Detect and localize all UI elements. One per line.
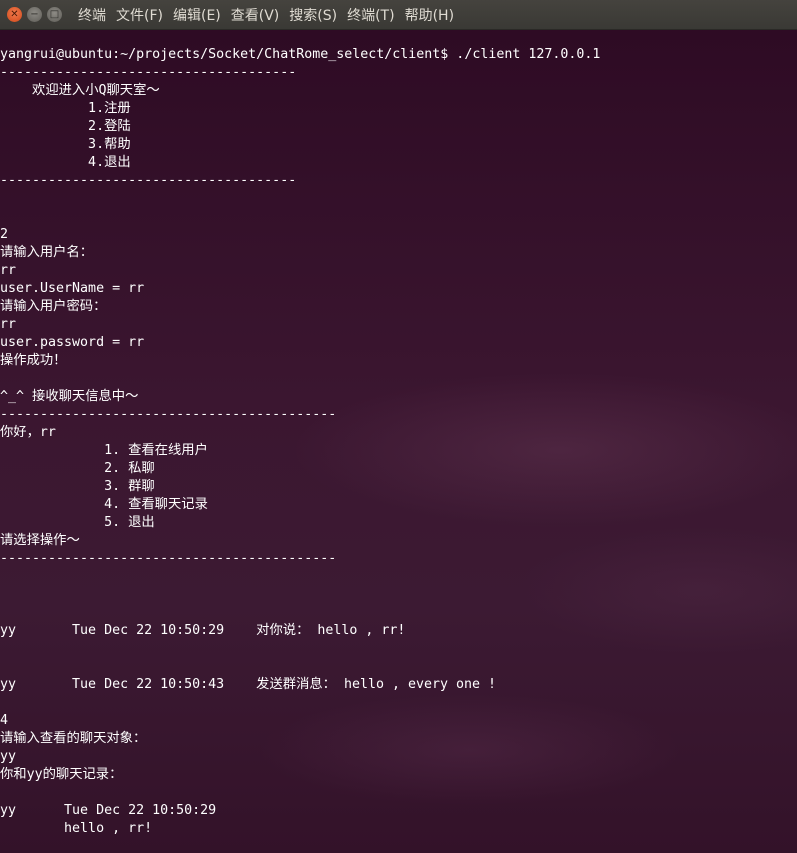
terminal-line: ----------------------------------------… — [0, 551, 337, 566]
terminal-line: 欢迎进入小Q聊天室～ — [0, 83, 160, 98]
close-icon[interactable]: ✕ — [7, 7, 22, 22]
menu-app-terminal[interactable]: 终端 — [78, 5, 106, 25]
terminal-line: rr — [0, 263, 17, 278]
terminal-line: 3.帮助 — [0, 137, 131, 152]
terminal-line: 2 — [0, 227, 9, 242]
menu-terminal[interactable]: 终端(T) — [347, 5, 394, 25]
minimize-icon[interactable]: − — [27, 7, 42, 22]
menu-edit[interactable]: 编辑(E) — [173, 5, 221, 25]
terminal-line: 2. 私聊 — [0, 461, 155, 476]
terminal-line: hello , rr! — [0, 821, 153, 836]
menu-view[interactable]: 查看(V) — [231, 5, 280, 25]
terminal-line: user.password = rr — [0, 335, 145, 350]
terminal-line: yy Tue Dec 22 10:50:29 — [0, 803, 217, 818]
terminal-line: ----------------------------------------… — [0, 407, 337, 422]
terminal-line: 4.退出 — [0, 155, 131, 170]
terminal-line: 请输入用户密码： — [0, 299, 107, 314]
terminal-line: 3. 群聊 — [0, 479, 155, 494]
terminal-line: yangrui@ubuntu:~/projects/Socket/ChatRom… — [0, 47, 601, 62]
terminal-window: ✕ − □ 终端 文件(F) 编辑(E) 查看(V) 搜索(S) 终端(T) 帮… — [0, 0, 797, 853]
terminal-line: 你和yy的聊天记录： — [0, 767, 123, 782]
terminal-line: ------------------------------------- — [0, 173, 297, 188]
terminal-line: 1. 查看在线用户 — [0, 443, 208, 458]
terminal-line: ------------------------------------- — [0, 65, 297, 80]
menu-bar: 终端 文件(F) 编辑(E) 查看(V) 搜索(S) 终端(T) 帮助(H) — [78, 0, 464, 29]
menu-search[interactable]: 搜索(S) — [289, 5, 337, 25]
terminal-output: yangrui@ubuntu:~/projects/Socket/ChatRom… — [0, 46, 600, 838]
terminal-line: 操作成功！ — [0, 353, 67, 368]
terminal-line: 1.注册 — [0, 101, 131, 116]
terminal-area[interactable]: yangrui@ubuntu:~/projects/Socket/ChatRom… — [0, 30, 797, 853]
terminal-line: 5. 退出 — [0, 515, 155, 530]
terminal-line: 4 — [0, 713, 9, 728]
terminal-line: yy Tue Dec 22 10:50:29 对你说： hello , rr! — [0, 623, 406, 638]
menu-file[interactable]: 文件(F) — [116, 5, 163, 25]
terminal-line: user.UserName = rr — [0, 281, 145, 296]
terminal-line: 2.登陆 — [0, 119, 131, 134]
terminal-line: 你好，rr — [0, 425, 56, 440]
menu-help[interactable]: 帮助(H) — [405, 5, 454, 25]
terminal-line: ^_^ 接收聊天信息中～ — [0, 389, 139, 404]
terminal-line: 4. 查看聊天记录 — [0, 497, 208, 512]
terminal-line: 请选择操作～ — [0, 533, 80, 548]
title-bar: ✕ − □ 终端 文件(F) 编辑(E) 查看(V) 搜索(S) 终端(T) 帮… — [0, 0, 797, 30]
maximize-icon[interactable]: □ — [47, 7, 62, 22]
terminal-line: rr — [0, 317, 17, 332]
terminal-line: yy — [0, 749, 17, 764]
terminal-line: yy Tue Dec 22 10:50:43 发送群消息： hello , ev… — [0, 677, 497, 692]
terminal-line: 请输入查看的聊天对象： — [0, 731, 147, 746]
terminal-line: 请输入用户名： — [0, 245, 94, 260]
